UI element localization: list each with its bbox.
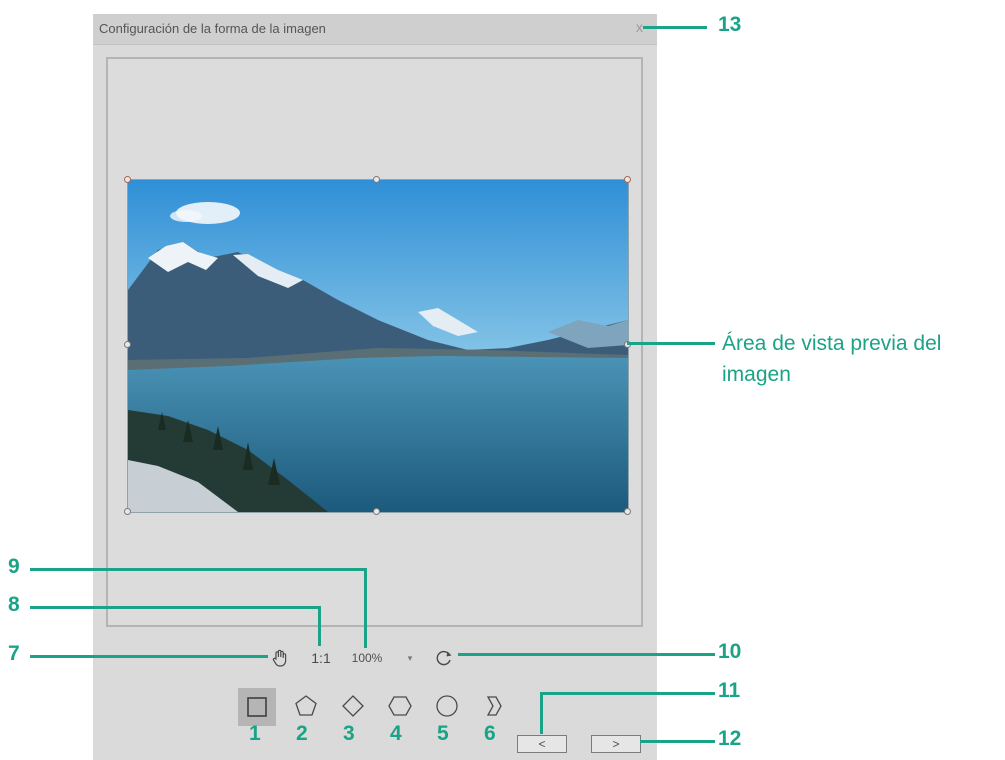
shape-diamond-button[interactable]: [333, 686, 373, 726]
callout-line-12: [640, 740, 715, 743]
callout-number-3: 3: [343, 722, 355, 745]
rotate-reset-icon[interactable]: [432, 646, 456, 670]
dialog-title: Configuración de la forma de la imagen: [99, 21, 326, 36]
zoom-dropdown-icon[interactable]: ▾: [404, 646, 416, 670]
next-button[interactable]: >: [591, 735, 641, 753]
landscape-photo: [128, 180, 628, 512]
resize-handle-bottom-right[interactable]: [624, 508, 631, 515]
resize-handle-bottom-left[interactable]: [124, 508, 131, 515]
zoom-value[interactable]: 100%: [346, 646, 388, 670]
shape-square-button[interactable]: [238, 688, 276, 726]
callout-line-11: [540, 692, 715, 695]
shape-tag-button[interactable]: [475, 686, 515, 726]
callout-number-12: 12: [718, 727, 742, 750]
callout-number-13: 13: [718, 13, 742, 36]
callout-line-13: [643, 26, 707, 29]
resize-handle-bottom[interactable]: [373, 508, 380, 515]
resize-handle-left[interactable]: [124, 341, 131, 348]
callout-number-1: 1: [249, 722, 261, 745]
close-icon[interactable]: x: [636, 19, 643, 35]
callout-number-8: 8: [8, 593, 20, 616]
callout-line-11-drop: [540, 692, 543, 734]
callout-number-5: 5: [437, 722, 449, 745]
preview-area-label: Área de vista previa del imagen: [722, 328, 941, 390]
shape-hexagon-button[interactable]: [380, 686, 420, 726]
zoom-percentage: 100%: [351, 651, 383, 665]
hand-icon[interactable]: [268, 646, 292, 670]
callout-number-2: 2: [296, 722, 308, 745]
callout-number-10: 10: [718, 640, 742, 663]
callout-line-8: [30, 606, 320, 609]
callout-number-4: 4: [390, 722, 402, 745]
shape-pentagon-button[interactable]: [286, 686, 326, 726]
preview-area-label-line1: Área de vista previa del: [722, 332, 942, 355]
shape-circle-button[interactable]: [427, 686, 467, 726]
resize-handle-top[interactable]: [373, 176, 380, 183]
preview-area-label-line2: imagen: [722, 363, 791, 386]
resize-handle-top-right[interactable]: [624, 176, 631, 183]
callout-line-9: [30, 568, 365, 571]
callout-line-8-drop: [318, 606, 321, 646]
callout-line-preview: [627, 342, 715, 345]
callout-line-7: [30, 655, 268, 658]
callout-line-9-drop: [364, 568, 367, 648]
callout-number-9: 9: [8, 555, 20, 578]
callout-number-6: 6: [484, 722, 496, 745]
callout-line-10: [458, 653, 715, 656]
preview-image[interactable]: [127, 179, 629, 513]
actual-size-button[interactable]: 1:1: [308, 646, 334, 670]
previous-button[interactable]: <: [517, 735, 567, 753]
callout-number-7: 7: [8, 642, 20, 665]
resize-handle-top-left[interactable]: [124, 176, 131, 183]
callout-number-11: 11: [718, 679, 741, 702]
